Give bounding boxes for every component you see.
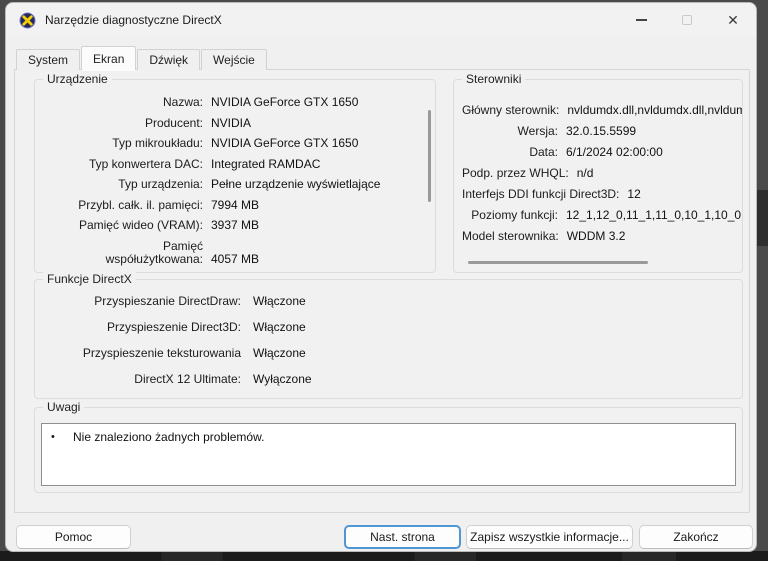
drivers-row-whql: Podp. przez WHQL: n/d <box>462 167 738 181</box>
field-label: Data: <box>462 146 558 160</box>
field-label: Model sterownika: <box>462 230 559 244</box>
minimize-icon[interactable] <box>618 3 664 37</box>
field-label: Nazwa: <box>43 96 203 110</box>
window-title: Narzędzie diagnostyczne DirectX <box>45 13 222 27</box>
field-label: Pamięć współużytkowana: <box>43 240 203 267</box>
field-value: Wyłączone <box>253 373 312 387</box>
group-notes-title: Uwagi <box>43 400 84 414</box>
device-row-dactype: Typ konwertera DAC: Integrated RAMDAC <box>43 158 429 172</box>
exit-button[interactable]: Zakończ <box>639 525 753 549</box>
tab-wejscie[interactable]: Wejście <box>201 49 267 70</box>
device-row-manufacturer: Producent: NVIDIA <box>43 117 429 131</box>
notes-listbox: • Nie znaleziono żadnych problemów. <box>41 423 736 486</box>
group-drivers-rows: Główny sterownik: nvldumdx.dll,nvldumdx.… <box>454 80 742 272</box>
drivers-row-maindriver: Główny sterownik: nvldumdx.dll,nvldumdx.… <box>462 104 738 118</box>
background-patch <box>757 190 768 246</box>
directx-app-icon <box>19 12 36 29</box>
help-button[interactable]: Pomoc <box>16 525 131 549</box>
field-value: Włączone <box>253 295 306 309</box>
note-item: • Nie znaleziono żadnych problemów. <box>51 430 735 444</box>
field-value: Włączone <box>253 347 306 361</box>
field-label: Typ mikroukładu: <box>43 137 203 151</box>
group-drivers: Sterowniki Główny sterownik: nvldumdx.dl… <box>453 79 743 273</box>
group-features-rows: Przyspieszanie DirectDraw: Włączone Przy… <box>35 280 742 398</box>
features-row-dx12ultimate: DirectX 12 Ultimate: Wyłączone <box>43 373 734 387</box>
field-label: Poziomy funkcji: <box>462 209 558 223</box>
tab-system[interactable]: System <box>16 49 80 70</box>
device-row-sharedmemory: Pamięć współużytkowana: 4057 MB <box>43 240 429 267</box>
drivers-row-ddi: Interfejs DDI funkcji Direct3D: 12 <box>462 188 738 202</box>
field-label: Przyspieszenie teksturowania <box>43 347 241 361</box>
field-label: Podp. przez WHQL: <box>462 167 569 181</box>
drivers-row-date: Data: 6/1/2024 02:00:00 <box>462 146 738 160</box>
title-bar: Narzędzie diagnostyczne DirectX ✕ <box>6 3 756 37</box>
field-label: Typ urządzenia: <box>43 178 203 192</box>
field-value: WDDM 3.2 <box>567 230 626 244</box>
field-label: Przybl. całk. il. pamięci: <box>43 199 203 213</box>
field-label: Przyspieszenie Direct3D: <box>43 321 241 335</box>
field-value: nvldumdx.dll,nvldumdx.dll,nvldum <box>567 104 742 118</box>
field-value: NVIDIA GeForce GTX 1650 <box>211 137 358 151</box>
device-row-name: Nazwa: NVIDIA GeForce GTX 1650 <box>43 96 429 110</box>
device-vertical-scrollbar[interactable] <box>428 110 431 202</box>
field-value: 4057 MB <box>211 253 259 267</box>
field-label: Typ konwertera DAC: <box>43 158 203 172</box>
save-all-information-button[interactable]: Zapisz wszystkie informacje... <box>466 525 633 549</box>
field-value: 6/1/2024 02:00:00 <box>566 146 663 160</box>
field-value: n/d <box>577 167 594 181</box>
close-icon[interactable]: ✕ <box>710 3 756 37</box>
caption-buttons: ✕ <box>618 3 756 37</box>
device-row-vram: Pamięć wideo (VRAM): 3937 MB <box>43 219 429 233</box>
field-value: 12_1,12_0,11_1,11_0,10_1,10_0,9_3 <box>566 209 742 223</box>
features-row-direct3d: Przyspieszenie Direct3D: Włączone <box>43 321 734 335</box>
group-directx-features: Funkcje DirectX Przyspieszanie DirectDra… <box>34 279 743 399</box>
drivers-row-drivermodel: Model sterownika: WDDM 3.2 <box>462 230 738 244</box>
field-label: Wersja: <box>462 125 558 139</box>
field-value: NVIDIA <box>211 117 251 131</box>
group-notes: Uwagi • Nie znaleziono żadnych problemów… <box>34 407 743 493</box>
group-device-rows: Nazwa: NVIDIA GeForce GTX 1650 Producent… <box>35 80 435 272</box>
field-value: 3937 MB <box>211 219 259 233</box>
tab-ekran[interactable]: Ekran <box>81 46 136 70</box>
bullet-icon: • <box>51 430 73 444</box>
device-row-totalmemory: Przybl. całk. il. pamięci: 7994 MB <box>43 199 429 213</box>
field-label: Przyspieszanie DirectDraw: <box>43 295 241 309</box>
field-label: Producent: <box>43 117 203 131</box>
features-row-texture: Przyspieszenie teksturowania Włączone <box>43 347 734 361</box>
device-row-devicetype: Typ urządzenia: Pełne urządzenie wyświet… <box>43 178 429 192</box>
field-value: Pełne urządzenie wyświetlające <box>211 178 380 192</box>
note-text: Nie znaleziono żadnych problemów. <box>73 430 264 444</box>
field-label: DirectX 12 Ultimate: <box>43 373 241 387</box>
drivers-horizontal-scrollbar[interactable] <box>468 261 648 264</box>
field-value: 12 <box>627 188 640 202</box>
drivers-row-featurelevels: Poziomy funkcji: 12_1,12_0,11_1,11_0,10_… <box>462 209 738 223</box>
maximize-icon <box>664 3 710 37</box>
field-value: NVIDIA GeForce GTX 1650 <box>211 96 358 110</box>
field-value: Włączone <box>253 321 306 335</box>
next-page-button[interactable]: Nast. strona <box>344 525 461 549</box>
drivers-row-version: Wersja: 32.0.15.5599 <box>462 125 738 139</box>
field-label: Główny sterownik: <box>462 104 559 118</box>
group-device: Urządzenie Nazwa: NVIDIA GeForce GTX 165… <box>34 79 436 273</box>
tab-dzwiek[interactable]: Dźwięk <box>137 49 200 70</box>
tab-strip: System Ekran Dźwięk Wejście <box>16 46 268 70</box>
field-value: 32.0.15.5599 <box>566 125 636 139</box>
taskbar-edge <box>0 551 768 561</box>
features-row-directdraw: Przyspieszanie DirectDraw: Włączone <box>43 295 734 309</box>
dxdiag-window: Narzędzie diagnostyczne DirectX ✕ System… <box>5 2 757 552</box>
field-value: Integrated RAMDAC <box>211 158 320 172</box>
field-label: Pamięć wideo (VRAM): <box>43 219 203 233</box>
field-label: Interfejs DDI funkcji Direct3D: <box>462 188 619 202</box>
field-value: 7994 MB <box>211 199 259 213</box>
device-row-chiptype: Typ mikroukładu: NVIDIA GeForce GTX 1650 <box>43 137 429 151</box>
